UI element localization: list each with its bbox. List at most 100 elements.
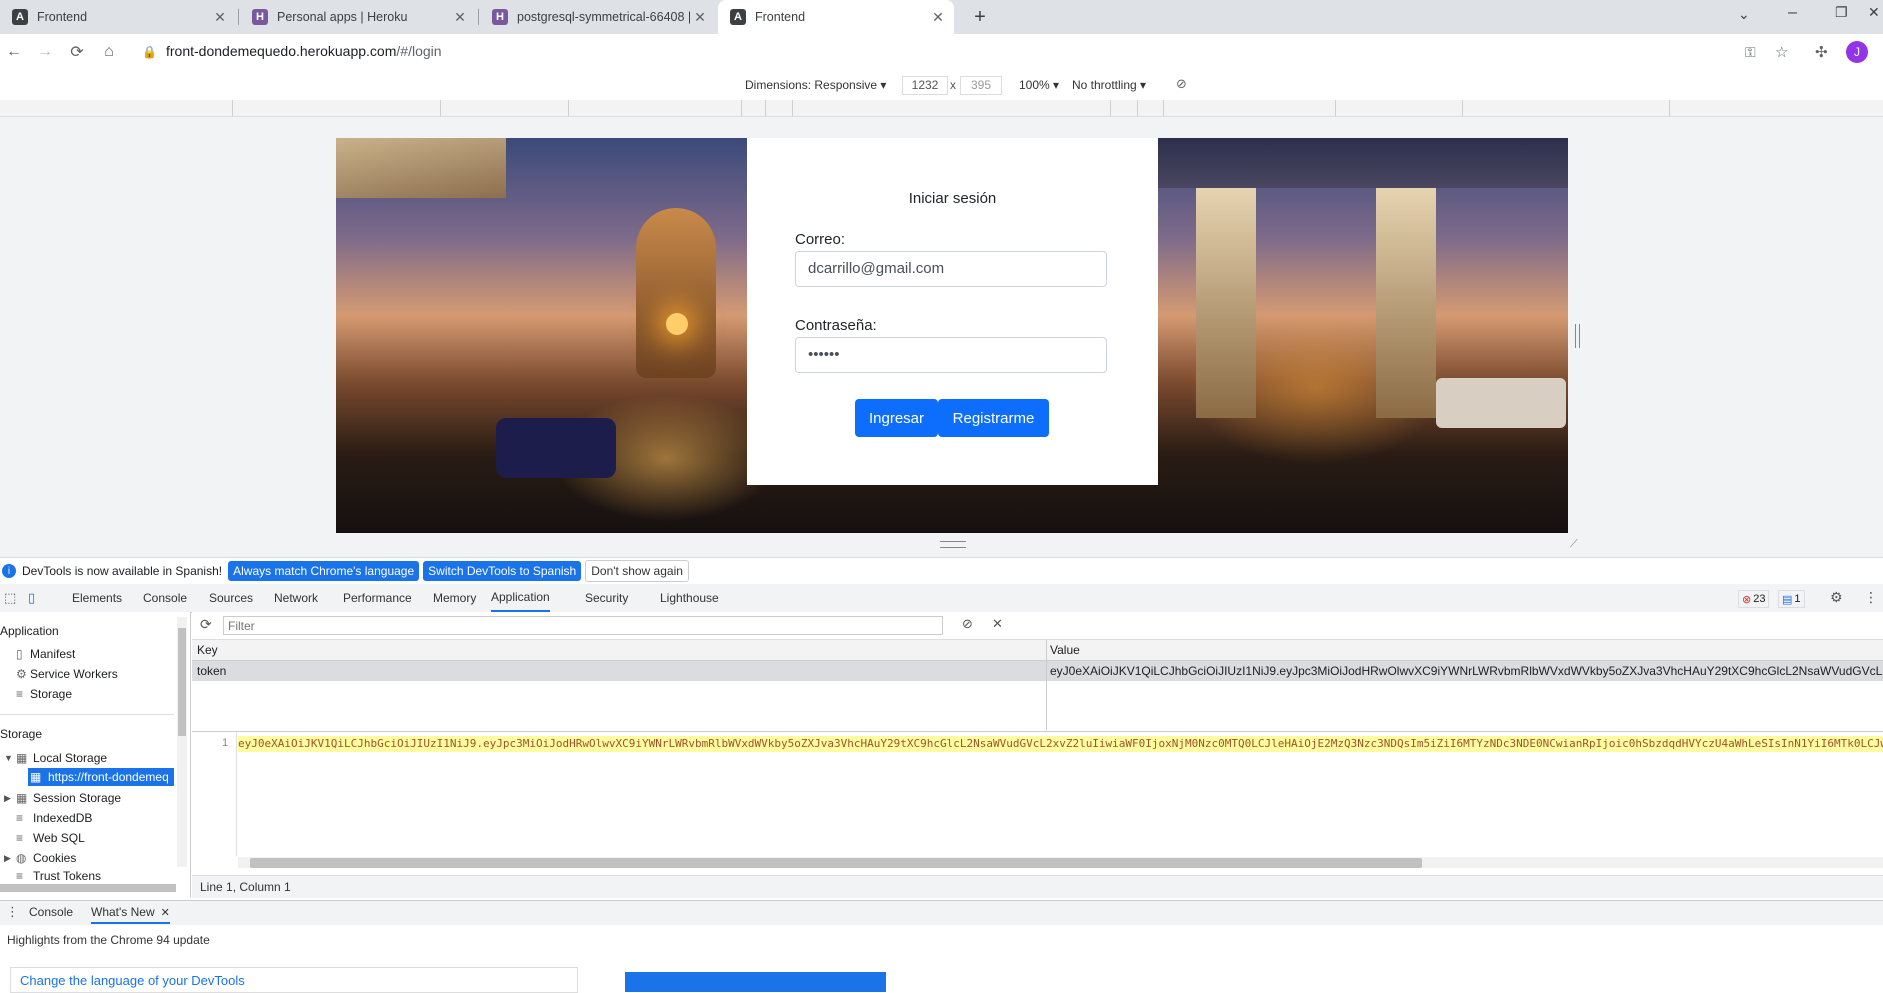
new-tab-icon[interactable]: + bbox=[968, 5, 992, 29]
viewport-resize-handle[interactable] bbox=[1575, 324, 1580, 348]
restore-icon[interactable]: ❐ bbox=[1835, 4, 1848, 21]
forward-icon[interactable]: → bbox=[33, 40, 57, 64]
ruler-mark bbox=[440, 100, 441, 116]
browser-tab[interactable]: H Personal apps | Heroku ✕ bbox=[240, 0, 476, 34]
back-icon[interactable]: ← bbox=[2, 40, 26, 64]
home-icon[interactable]: ⌂ bbox=[97, 40, 121, 64]
sidebar-item-websql[interactable]: ≡ Web SQL bbox=[16, 831, 85, 845]
dont-show-again-button[interactable]: Don't show again bbox=[585, 560, 689, 582]
tab-performance[interactable]: Performance bbox=[343, 584, 412, 612]
preview-hscrollbar-thumb[interactable] bbox=[250, 858, 1422, 868]
table-row[interactable]: token eyJ0eXAiOiJKV1QiLCJhbGciOiJIUzI1Ni… bbox=[192, 661, 1883, 681]
tab-network[interactable]: Network bbox=[274, 584, 318, 612]
browser-tab[interactable]: H postgresql-symmetrical-66408 | H ✕ bbox=[480, 0, 716, 34]
fireplace-glow bbox=[666, 313, 688, 335]
ruler-mark bbox=[1669, 100, 1670, 116]
sidebar-item-local-storage[interactable]: ▼ ▦ Local Storage bbox=[4, 751, 107, 765]
filter-input[interactable] bbox=[223, 616, 943, 635]
browser-tab[interactable]: A Frontend ✕ bbox=[0, 0, 236, 34]
sidebar-item-local-storage-origin[interactable]: ▦ https://front-dondemeq bbox=[28, 768, 174, 786]
bookmark-star-icon[interactable]: ☆ bbox=[1775, 43, 1788, 61]
tab-memory[interactable]: Memory bbox=[433, 584, 476, 612]
tab-console[interactable]: Console bbox=[143, 584, 187, 612]
tab-sources[interactable]: Sources bbox=[209, 584, 253, 612]
sidebar-scrollbar-thumb[interactable] bbox=[178, 628, 186, 736]
drawer-tab-whats-new[interactable]: What's New ✕ bbox=[91, 905, 170, 924]
cookie-icon: ◍ bbox=[16, 851, 27, 865]
messages-badge[interactable]: ▤ 1 bbox=[1778, 590, 1805, 608]
feature-video-thumbnail[interactable] bbox=[625, 972, 886, 992]
corner-resize-icon[interactable]: ⟋ bbox=[1570, 538, 1578, 551]
close-tab-icon[interactable]: ✕ bbox=[450, 9, 470, 26]
ruler-mark bbox=[765, 100, 766, 116]
password-field[interactable]: •••••• bbox=[795, 337, 1107, 373]
register-button[interactable]: Registrarme bbox=[938, 399, 1049, 437]
sidebar-item-service-workers[interactable]: ⚙ Service Workers bbox=[16, 667, 118, 681]
viewport-height-handle[interactable] bbox=[940, 541, 966, 548]
settings-gear-icon[interactable]: ⚙ bbox=[1830, 589, 1843, 606]
switch-language-button[interactable]: Switch DevTools to Spanish bbox=[423, 561, 582, 581]
dimension-separator: x bbox=[950, 78, 956, 92]
refresh-icon[interactable]: ⟳ bbox=[200, 616, 212, 633]
curtain-shape bbox=[1376, 188, 1436, 418]
sidebar-divider bbox=[0, 714, 174, 715]
sidebar-item-manifest[interactable]: ▯ Manifest bbox=[16, 647, 75, 661]
address-bar[interactable]: front-dondemequedo.herokuapp.com/#/login bbox=[166, 43, 442, 59]
login-button[interactable]: Ingresar bbox=[855, 399, 938, 437]
close-tab-icon[interactable]: ✕ bbox=[210, 9, 230, 26]
sidebar-item-indexeddb[interactable]: ≡ IndexedDB bbox=[16, 811, 92, 825]
throttling-value: No throttling bbox=[1072, 78, 1137, 92]
clear-all-icon[interactable]: ⊘ bbox=[962, 616, 973, 632]
drawer-tab-console[interactable]: Console bbox=[29, 905, 73, 919]
drawer-menu-icon[interactable]: ⋮ bbox=[6, 904, 19, 920]
width-input[interactable]: 1232 bbox=[902, 76, 948, 95]
throttling-dropdown[interactable]: No throttling ▾ bbox=[1072, 78, 1146, 92]
close-window-icon[interactable]: ✕ bbox=[1868, 4, 1880, 21]
rotate-icon[interactable]: ⊘ bbox=[1176, 76, 1187, 92]
url-host: front-dondemequedo.herokuapp.com bbox=[166, 43, 397, 59]
email-field[interactable]: dcarrillo@gmail.com bbox=[795, 251, 1107, 287]
browser-tab-active[interactable]: A Frontend ✕ bbox=[718, 0, 954, 34]
close-icon[interactable]: ✕ bbox=[161, 907, 170, 919]
tab-security[interactable]: Security bbox=[585, 584, 628, 612]
token-preview-text[interactable]: eyJ0eXAiOiJKV1QiLCJhbGciOiJIUzI1NiJ9.eyJ… bbox=[238, 736, 1883, 752]
minimize-icon[interactable]: – bbox=[1788, 4, 1797, 22]
lock-icon[interactable]: 🔒 bbox=[142, 45, 157, 59]
sidebar-hscrollbar[interactable] bbox=[0, 884, 176, 892]
media-query-ruler bbox=[0, 100, 1883, 117]
height-input[interactable]: 395 bbox=[960, 76, 1002, 95]
row-key: token bbox=[197, 664, 227, 678]
change-language-link[interactable]: Change the language of your DevTools bbox=[20, 973, 245, 988]
sidebar-item-label: https://front-dondemeq bbox=[48, 770, 169, 784]
sidebar-item-trust-tokens[interactable]: ≡ Trust Tokens bbox=[16, 870, 101, 882]
sidebar-item-session-storage[interactable]: ▶ ▦ Session Storage bbox=[4, 791, 121, 805]
sidebar-item-cookies[interactable]: ▶ ◍ Cookies bbox=[4, 851, 76, 865]
tab-lighthouse[interactable]: Lighthouse bbox=[660, 584, 719, 612]
extensions-icon[interactable]: ✣ bbox=[1815, 43, 1828, 61]
close-tab-icon[interactable]: ✕ bbox=[690, 9, 710, 26]
column-value[interactable]: Value bbox=[1050, 643, 1080, 657]
device-toggle-icon[interactable]: ▯ bbox=[28, 590, 35, 606]
more-options-icon[interactable]: ⋮ bbox=[1864, 589, 1878, 606]
expand-down-icon: ▼ bbox=[4, 753, 13, 763]
close-tab-icon[interactable]: ✕ bbox=[928, 9, 948, 26]
ruler-mark bbox=[1462, 100, 1463, 116]
errors-badge[interactable]: ⊗ 23 bbox=[1738, 590, 1770, 608]
delete-selected-icon[interactable]: ✕ bbox=[992, 616, 1003, 632]
profile-avatar[interactable]: J bbox=[1846, 41, 1868, 63]
dimensions-dropdown[interactable]: Dimensions: Responsive ▾ bbox=[745, 78, 886, 92]
gear-icon: ⚙ bbox=[16, 667, 27, 681]
tab-application[interactable]: Application bbox=[491, 584, 550, 612]
tab-elements[interactable]: Elements bbox=[72, 584, 122, 612]
zoom-dropdown[interactable]: 100% ▾ bbox=[1019, 78, 1059, 92]
whats-new-card: Change the language of your DevTools bbox=[10, 967, 578, 993]
sidebar-item-storage[interactable]: ≡ Storage bbox=[16, 687, 72, 701]
email-label: Correo: bbox=[795, 231, 846, 248]
cabana-roof-shape bbox=[1158, 138, 1568, 188]
key-icon[interactable]: ⚿ bbox=[1745, 44, 1756, 61]
column-key[interactable]: Key bbox=[197, 643, 218, 657]
match-language-button[interactable]: Always match Chrome's language bbox=[228, 561, 420, 581]
tab-search-icon[interactable]: ⌄ bbox=[1738, 6, 1750, 23]
reload-icon[interactable]: ⟳ bbox=[65, 40, 89, 64]
inspect-element-icon[interactable]: ⬚ bbox=[4, 590, 16, 606]
